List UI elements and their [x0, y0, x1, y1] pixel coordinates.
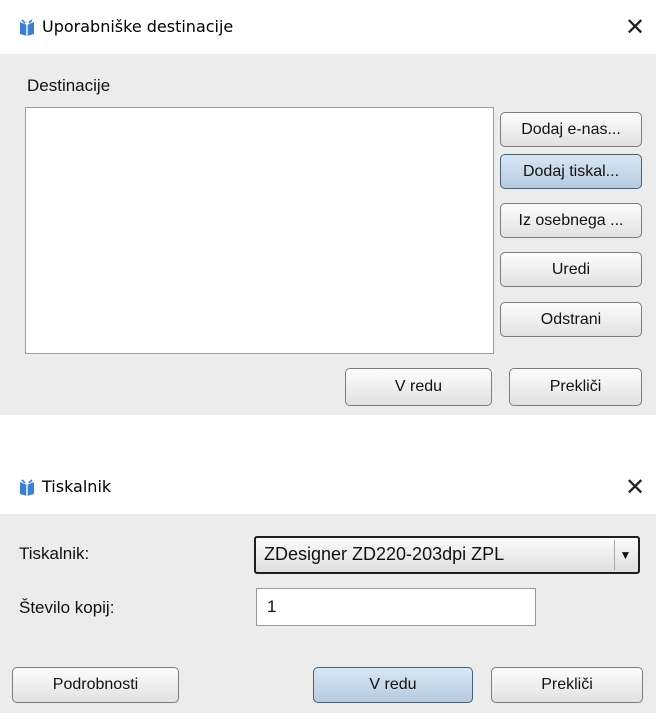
title-bar: Uporabniške destinacije ✕ [0, 0, 656, 54]
app-logo-icon [20, 479, 34, 496]
copies-field[interactable]: 1 [256, 588, 536, 626]
app-logo-icon [20, 19, 34, 36]
close-icon[interactable]: ✕ [622, 14, 648, 40]
ok-button[interactable]: V redu [313, 667, 473, 703]
add-email-button[interactable]: Dodaj e-nas... [500, 112, 642, 147]
dialog-body: Destinacije Dodaj e-nas... Dodaj tiskal.… [0, 54, 656, 415]
close-icon[interactable]: ✕ [622, 474, 648, 500]
remove-button[interactable]: Odstrani [500, 302, 642, 337]
printer-select[interactable]: ZDesigner ZD220-203dpi ZPL ▼ [254, 536, 640, 574]
add-printer-button[interactable]: Dodaj tiskal... [500, 154, 642, 189]
destinations-list[interactable] [25, 107, 494, 354]
printer-dialog: Tiskalnik ✕ Tiskalnik: ZDesigner ZD220-2… [0, 460, 656, 713]
cancel-button[interactable]: Prekliči [509, 368, 642, 406]
title-bar: Tiskalnik ✕ [0, 460, 656, 514]
details-button[interactable]: Podrobnosti [12, 667, 179, 703]
dialog-body: Tiskalnik: ZDesigner ZD220-203dpi ZPL ▼ … [0, 514, 656, 713]
user-destinations-dialog: Uporabniške destinacije ✕ Destinacije Do… [0, 0, 656, 415]
printer-label: Tiskalnik: [19, 544, 90, 563]
from-personal-button[interactable]: Iz osebnega ... [500, 203, 642, 238]
ok-button[interactable]: V redu [345, 368, 492, 406]
cancel-button[interactable]: Prekliči [491, 667, 643, 703]
destinations-label: Destinacije [27, 76, 111, 95]
chevron-down-icon[interactable]: ▼ [614, 540, 636, 570]
dialog-title: Tiskalnik [42, 477, 112, 496]
edit-button[interactable]: Uredi [500, 252, 642, 287]
copies-label: Število kopij: [19, 598, 115, 617]
printer-selected-value: ZDesigner ZD220-203dpi ZPL [264, 544, 505, 564]
dialog-title: Uporabniške destinacije [42, 17, 234, 36]
